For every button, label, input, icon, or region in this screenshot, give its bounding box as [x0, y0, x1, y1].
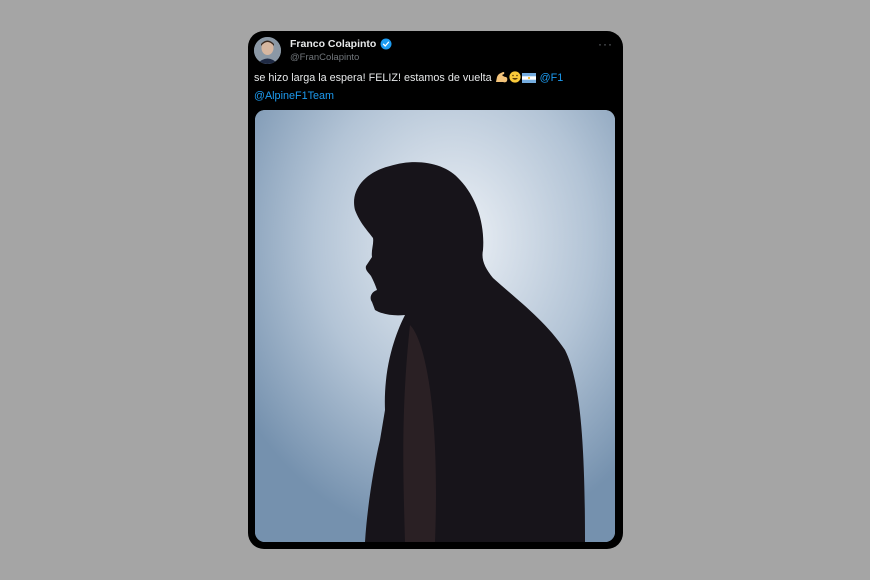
- author-name-row: Franco Colapinto: [290, 38, 392, 50]
- more-options-icon[interactable]: ···: [598, 37, 613, 51]
- tweet-text: se hizo larga la espera! FELIZ! estamos …: [254, 71, 594, 104]
- tweet-header: Franco Colapinto @FranColapinto ···: [254, 35, 617, 65]
- author-avatar[interactable]: [254, 37, 281, 64]
- verified-badge-icon: [380, 38, 392, 50]
- flexed-biceps-emoji: [495, 71, 508, 89]
- mention-alpine-link[interactable]: @AlpineF1Team: [254, 90, 334, 102]
- author-name[interactable]: Franco Colapinto: [290, 38, 376, 50]
- author-handle[interactable]: @FranColapinto: [290, 52, 359, 63]
- grinning-face-emoji: [509, 71, 521, 89]
- mention-f1-link[interactable]: @F1: [540, 72, 564, 84]
- tweet-body-text: se hizo larga la espera! FELIZ! estamos …: [254, 72, 492, 84]
- avatar-image: [254, 37, 281, 64]
- tweet-media-image[interactable]: [255, 110, 615, 542]
- tweet-card[interactable]: Franco Colapinto @FranColapinto ··· se h…: [248, 31, 623, 549]
- argentina-flag-emoji: [521, 73, 536, 89]
- silhouette-photo: [255, 110, 615, 542]
